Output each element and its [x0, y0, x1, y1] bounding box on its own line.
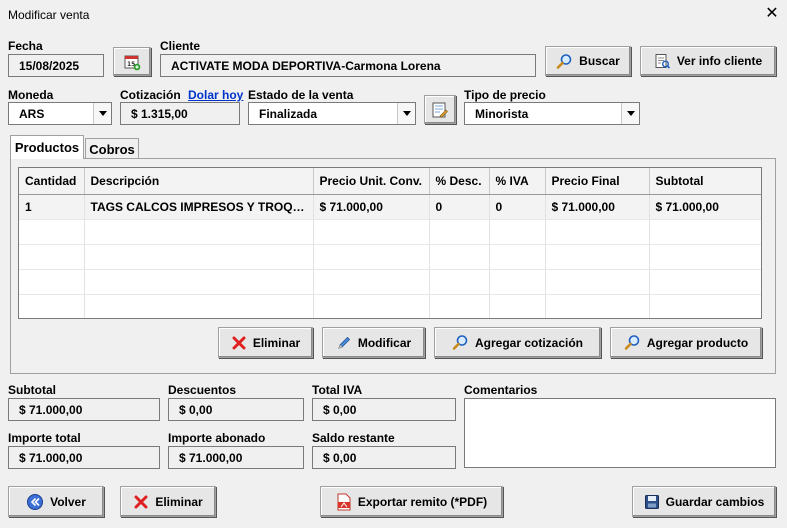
cotizacion-label-text: Cotización — [120, 88, 181, 102]
save-disk-icon — [644, 494, 659, 509]
fecha-field[interactable]: 15/08/2025 — [8, 54, 104, 77]
col-precio-unit[interactable]: Precio Unit. Conv. — [313, 168, 430, 195]
pencil-icon — [338, 336, 350, 349]
fecha-label: Fecha — [8, 39, 43, 53]
empty-row — [19, 219, 761, 245]
total-iva-label: Total IVA — [312, 383, 363, 397]
agregar-producto-label: Agregar producto — [646, 335, 749, 350]
table-header: Cantidad Descripción Precio Unit. Conv. … — [19, 168, 761, 195]
moneda-value: ARS — [19, 106, 45, 121]
subtotal-field[interactable]: $ 71.000,00 — [8, 398, 160, 421]
delete-x-icon — [134, 495, 148, 508]
cell-cantidad: 1 — [19, 194, 85, 220]
guardar-cambios-label: Guardar cambios — [665, 494, 765, 509]
cell-iva: 0 — [489, 194, 546, 220]
chevron-down-icon[interactable] — [93, 103, 111, 124]
eliminar-item-label: Eliminar — [252, 335, 301, 350]
title-bar — [0, 0, 787, 30]
volver-button[interactable]: Volver — [8, 486, 104, 517]
estado-select[interactable]: Finalizada — [248, 102, 416, 125]
descuentos-field[interactable]: $ 0,00 — [168, 398, 304, 421]
edit-note-icon — [432, 102, 448, 118]
estado-label: Estado de la venta — [248, 88, 354, 102]
buscar-button[interactable]: Buscar — [545, 46, 631, 76]
edit-estado-button[interactable] — [424, 95, 456, 124]
cliente-field[interactable]: ACTIVATE MODA DEPORTIVA-Carmona Lorena — [160, 54, 536, 77]
cell-desc: 0 — [429, 194, 490, 220]
chevron-down-icon[interactable] — [397, 103, 415, 124]
tipo-precio-select[interactable]: Minorista — [464, 102, 640, 125]
tipo-precio-label: Tipo de precio — [464, 88, 546, 102]
cell-subtotal: $ 71.000,00 — [649, 194, 761, 220]
buscar-label: Buscar — [579, 54, 620, 68]
empty-row — [19, 244, 761, 270]
close-icon[interactable]: ✕ — [762, 4, 782, 24]
pdf-icon — [337, 493, 351, 510]
col-desc[interactable]: % Desc. — [429, 168, 490, 195]
empty-row — [19, 269, 761, 295]
importe-total-label: Importe total — [8, 431, 81, 445]
eliminar-item-button[interactable]: Eliminar — [218, 327, 313, 358]
modificar-label: Modificar — [357, 335, 412, 350]
empty-row — [19, 294, 761, 318]
col-precio-final[interactable]: Precio Final — [545, 168, 650, 195]
saldo-restante-label: Saldo restante — [312, 431, 395, 445]
eliminar-venta-button[interactable]: Eliminar — [120, 486, 216, 517]
cell-precio-unit: $ 71.000,00 — [313, 194, 430, 220]
estado-value: Finalizada — [259, 106, 318, 121]
modificar-button[interactable]: Modificar — [322, 327, 425, 358]
table-row[interactable]: 1 TAGS CALCOS IMPRESOS Y TROQUE... $ 71.… — [19, 194, 761, 220]
document-search-icon — [655, 53, 670, 69]
cotizacion-field[interactable]: $ 1.315,00 — [120, 102, 240, 125]
dolar-hoy-link[interactable]: Dolar hoy — [188, 88, 243, 102]
subtotal-label: Subtotal — [8, 383, 56, 397]
col-iva[interactable]: % IVA — [489, 168, 546, 195]
back-arrows-icon — [27, 493, 44, 510]
calendar-icon: 15 — [124, 55, 141, 70]
descuentos-label: Descuentos — [168, 383, 237, 397]
agregar-cotizacion-button[interactable]: Agregar cotización — [434, 327, 601, 358]
importe-abonado-label: Importe abonado — [168, 431, 266, 445]
cotizacion-label: Cotización Dolar hoy — [120, 88, 243, 102]
volver-label: Volver — [50, 494, 86, 509]
comentarios-label: Comentarios — [464, 383, 538, 397]
exportar-remito-button[interactable]: Exportar remito (*PDF) — [320, 486, 503, 517]
ver-info-cliente-button[interactable]: Ver info cliente — [640, 46, 776, 76]
total-iva-field[interactable]: $ 0,00 — [312, 398, 456, 421]
tab-cobros[interactable]: Cobros — [85, 138, 139, 159]
ver-info-cliente-label: Ver info cliente — [676, 54, 763, 68]
cell-descripcion: TAGS CALCOS IMPRESOS Y TROQUE... — [84, 194, 314, 220]
chevron-down-icon[interactable] — [621, 103, 639, 124]
saldo-restante-field[interactable]: $ 0,00 — [312, 446, 456, 469]
comentarios-textarea[interactable] — [464, 398, 776, 468]
col-subtotal[interactable]: Subtotal — [649, 168, 761, 195]
cliente-label: Cliente — [160, 39, 201, 53]
window-title: Modificar venta — [8, 8, 90, 22]
importe-total-field[interactable]: $ 71.000,00 — [8, 446, 160, 469]
tab-productos[interactable]: Productos — [10, 135, 84, 159]
col-descripcion[interactable]: Descripción — [84, 168, 314, 195]
eliminar-venta-label: Eliminar — [155, 494, 203, 509]
importe-abonado-field[interactable]: $ 71.000,00 — [168, 446, 304, 469]
agregar-cotizacion-label: Agregar cotización — [474, 335, 584, 350]
productos-table[interactable]: Cantidad Descripción Precio Unit. Conv. … — [18, 167, 762, 319]
tipo-precio-value: Minorista — [475, 106, 529, 121]
search-icon — [556, 53, 572, 69]
calendar-button[interactable]: 15 — [113, 47, 151, 76]
guardar-cambios-button[interactable]: Guardar cambios — [632, 486, 776, 517]
exportar-remito-label: Exportar remito (*PDF) — [357, 494, 488, 509]
moneda-label: Moneda — [8, 88, 54, 102]
delete-x-icon — [232, 336, 246, 349]
search-icon — [452, 335, 468, 350]
agregar-producto-button[interactable]: Agregar producto — [610, 327, 762, 358]
moneda-select[interactable]: ARS — [8, 102, 112, 125]
col-cantidad[interactable]: Cantidad — [19, 168, 85, 195]
cell-precio-final: $ 71.000,00 — [545, 194, 650, 220]
search-icon — [624, 335, 640, 350]
